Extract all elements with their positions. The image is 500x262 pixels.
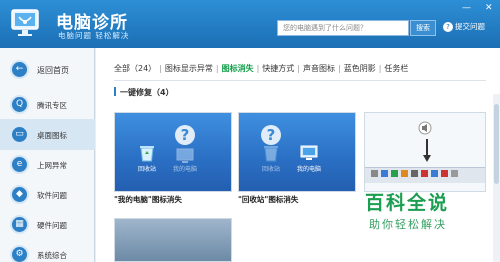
tray-icon xyxy=(401,170,408,177)
software-icon: ◆ xyxy=(10,185,29,204)
sidebar-item-internet[interactable]: e 上网异常 xyxy=(0,149,95,180)
penguin-icon: Q xyxy=(10,95,29,114)
tab-taskbar[interactable]: 任务栏 xyxy=(384,64,408,73)
tab-icon-missing[interactable]: 图标消失 xyxy=(222,64,254,73)
question-mark-icon: ? xyxy=(261,125,281,145)
sidebar-item-desktop-icons[interactable]: ▭ 桌面图标 xyxy=(0,119,95,150)
category-tabs: 全部（24） | 图标显示异常 | 图标消失 | 快捷方式 | 声音图标 | 蓝色阴影 | 任务栏 xyxy=(114,63,408,74)
tab-shortcut[interactable]: 快捷方式 xyxy=(262,64,294,73)
my-computer-icon xyxy=(300,145,318,160)
tray-icon xyxy=(371,170,378,177)
recycle-bin-faded-icon xyxy=(264,146,278,162)
my-computer-faded-icon xyxy=(176,148,194,163)
tab-separator: | xyxy=(338,64,341,73)
tray-icon xyxy=(391,170,398,177)
submit-question-label: 提交问题 xyxy=(455,22,485,31)
card-my-computer-missing-thumb[interactable]: 回收站 ? 我的电脑 xyxy=(114,112,232,192)
scrollbar-thumb[interactable] xyxy=(494,104,499,184)
card-title[interactable]: "回收站"图标消失 xyxy=(238,194,298,205)
sidebar: ← 返回首页 Q 腾讯专区 ▭ 桌面图标 e 上网异常 ◆ 软件问题 ▦ 硬件问… xyxy=(0,48,95,262)
search-button[interactable]: 搜索 xyxy=(410,20,436,36)
app-slogan: 电脑问题 轻松解决 xyxy=(58,31,130,40)
sidebar-item-label: 腾讯专区 xyxy=(37,101,67,110)
sidebar-item-label: 返回首页 xyxy=(37,66,69,75)
recycle-bin-caption: 回收站 xyxy=(137,166,156,173)
sidebar-item-label: 软件问题 xyxy=(37,191,67,200)
tab-separator: | xyxy=(297,64,300,73)
tab-separator: | xyxy=(159,64,162,73)
section-marker xyxy=(114,87,116,96)
watermark: 百科全说 助你轻松解决 xyxy=(355,188,495,258)
sidebar-item-label: 系统综合 xyxy=(37,251,67,260)
speaker-icon xyxy=(418,121,432,135)
hardware-icon: ▦ xyxy=(10,215,29,234)
recycle-bin-icon xyxy=(140,146,154,162)
one-click-fix-header[interactable]: 一键修复（4） xyxy=(114,87,174,98)
sidebar-item-system[interactable]: ⚙ 系统综合 xyxy=(0,239,95,262)
divider xyxy=(114,80,486,81)
recycle-bin-caption: 回收站 xyxy=(261,166,280,173)
sidebar-item-software[interactable]: ◆ 软件问题 xyxy=(0,179,95,210)
down-arrow-icon xyxy=(423,139,431,162)
watermark-title: 百科全说 xyxy=(365,192,450,214)
sidebar-item-label: 桌面图标 xyxy=(37,131,67,140)
close-button[interactable]: ✕ xyxy=(485,3,493,13)
sidebar-item-home[interactable]: ← 返回首页 xyxy=(0,54,95,85)
tray-icon xyxy=(431,170,438,177)
question-icon: ? xyxy=(443,22,453,32)
tab-separator: | xyxy=(215,64,219,73)
tray-icon xyxy=(441,170,448,177)
tray-icon xyxy=(411,170,418,177)
watermark-subtitle: 助你轻松解决 xyxy=(369,218,447,231)
card-recycle-bin-missing-thumb[interactable]: 回收站 ? 我的电脑 xyxy=(238,112,356,192)
card-thumb-partial[interactable] xyxy=(114,218,232,262)
monitor-icon: ▭ xyxy=(10,125,29,144)
tab-separator: | xyxy=(378,64,382,73)
ie-icon: e xyxy=(10,155,29,174)
minimize-button[interactable]: — xyxy=(462,3,471,13)
tab-separator: | xyxy=(256,64,260,73)
tab-sound-icon[interactable]: 声音图标 xyxy=(303,64,335,73)
tray-icon xyxy=(451,170,458,177)
my-computer-caption: 我的电脑 xyxy=(296,166,321,173)
system-icon: ⚙ xyxy=(10,245,29,262)
question-mark-icon: ? xyxy=(175,125,195,145)
back-arrow-icon: ← xyxy=(10,60,29,79)
my-computer-caption: 我的电脑 xyxy=(172,166,197,173)
sidebar-item-hardware[interactable]: ▦ 硬件问题 xyxy=(0,209,95,240)
search-input[interactable]: 您的电脑遇到了什么问题？ xyxy=(277,20,409,36)
tray-icon xyxy=(381,170,388,177)
sidebar-item-label: 上网异常 xyxy=(37,161,67,170)
title-bar: 电脑诊所 电脑问题 轻松解决 您的电脑遇到了什么问题？ 搜索 ? 提交问题 — ✕ xyxy=(0,0,500,48)
tab-icon-display[interactable]: 图标显示异常 xyxy=(165,64,213,73)
tab-blue-shadow[interactable]: 蓝色阴影 xyxy=(344,64,376,73)
monitor-stethoscope-logo-icon xyxy=(11,9,39,36)
sidebar-item-tencent[interactable]: Q 腾讯专区 xyxy=(0,89,95,120)
card-taskbar-thumb[interactable] xyxy=(364,112,486,192)
card-title[interactable]: "我的电脑"图标消失 xyxy=(114,194,182,205)
tray-icon xyxy=(421,170,428,177)
submit-question-link[interactable]: ? 提交问题 xyxy=(443,21,485,32)
sidebar-item-label: 硬件问题 xyxy=(37,221,67,230)
one-click-fix-label: 一键修复（4） xyxy=(120,88,174,97)
tab-all[interactable]: 全部（24） xyxy=(114,64,156,73)
